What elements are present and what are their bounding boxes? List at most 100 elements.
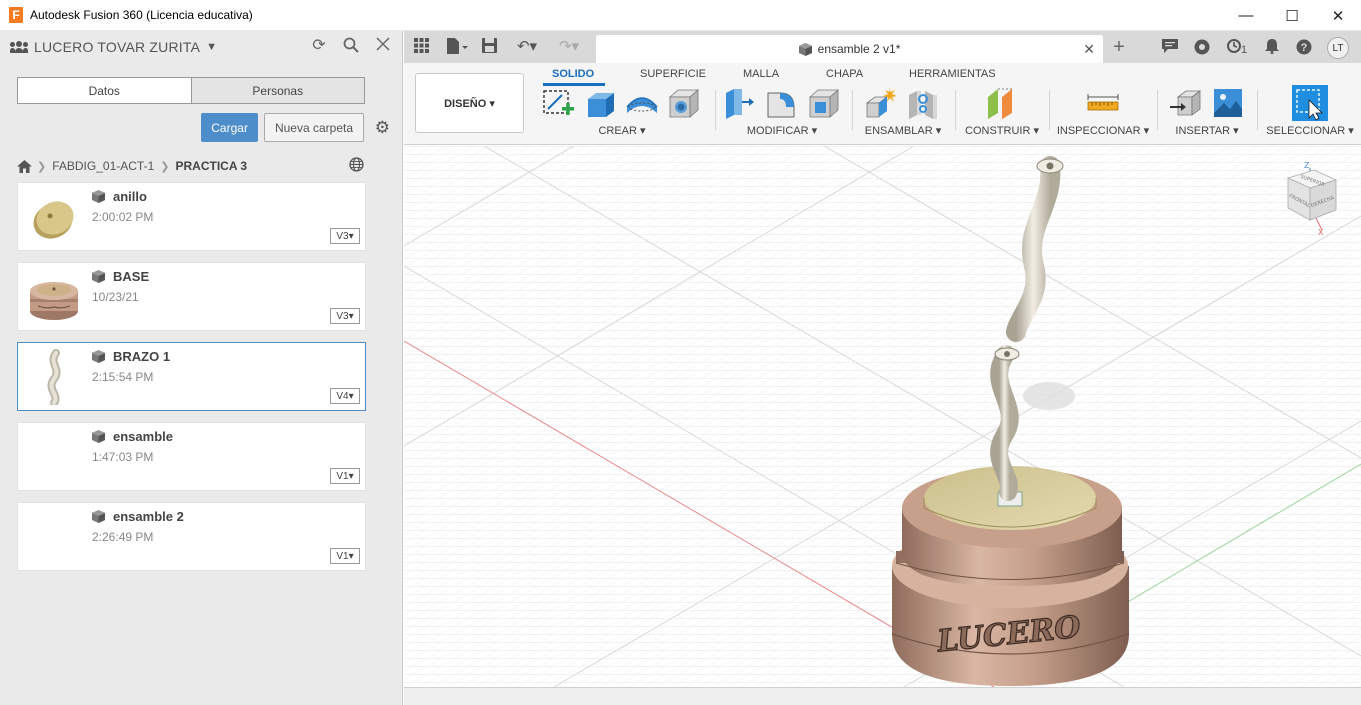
upload-button[interactable]: Cargar [201, 113, 258, 142]
component-icon [92, 430, 105, 443]
file-item-anillo[interactable]: anillo 2:00:02 PM V3 ▾ [17, 182, 366, 251]
file-name: ensamble [113, 429, 173, 444]
file-menu-icon[interactable] [446, 38, 468, 56]
file-date: 10/23/21 [92, 290, 139, 304]
help-icon[interactable]: ? [1295, 39, 1313, 57]
window-title: Autodesk Fusion 360 (Licencia educativa) [30, 8, 253, 22]
chevron-right-icon: ❯ [160, 160, 170, 173]
document-tab[interactable]: ensamble 2 v1* ✕ [596, 35, 1103, 63]
component-icon [798, 42, 812, 56]
version-badge[interactable]: V1 ▾ [330, 548, 360, 564]
create-menu[interactable]: CREAR ▾ [538, 124, 706, 137]
job-status-icon[interactable]: 1 [1225, 39, 1249, 57]
version-badge[interactable]: V1 ▾ [330, 468, 360, 484]
create-sketch-icon[interactable] [540, 85, 576, 121]
refresh-icon[interactable]: ⟳ [310, 37, 328, 55]
file-item-ensamble[interactable]: ensamble 1:47:03 PM V1 ▾ [17, 422, 366, 491]
file-date: 2:00:02 PM [92, 210, 154, 224]
extensions-icon[interactable] [1193, 39, 1211, 57]
joint-icon[interactable] [905, 85, 941, 121]
file-date: 2:26:49 PM [92, 530, 154, 544]
breadcrumb: ❯ FABDIG_01-ACT-1 ❯ PRACTICA 3 [17, 157, 367, 175]
gear-icon[interactable]: ⚙ [375, 118, 390, 138]
thumbnail-anillo [26, 189, 82, 245]
shell-icon[interactable] [806, 85, 842, 121]
create-group: CREAR ▾ [538, 85, 706, 139]
construct-group: CONSTRUIR ▾ [962, 85, 1042, 139]
toolbar: DISEÑO ▾ SOLIDO SUPERFICIE MALLA CHAPA H… [404, 63, 1361, 145]
fusion-app-icon: F [9, 7, 23, 23]
tab-superficie[interactable]: SUPERFICIE [640, 68, 706, 80]
svg-text:Z: Z [1304, 161, 1310, 170]
file-name: BASE [113, 269, 150, 284]
construct-menu[interactable]: CONSTRUIR ▾ [962, 124, 1042, 137]
globe-icon[interactable] [349, 157, 364, 175]
tab-solido[interactable]: SOLIDO [552, 68, 594, 80]
revolve-icon[interactable] [624, 85, 660, 121]
version-badge[interactable]: V4 ▾ [330, 388, 360, 404]
file-item-base[interactable]: BASE 10/23/21 V3 ▾ [17, 262, 366, 331]
redo-icon[interactable]: ↷▾ [556, 38, 582, 56]
breadcrumb-project[interactable]: FABDIG_01-ACT-1 [52, 159, 154, 173]
fillet-icon[interactable] [764, 85, 800, 121]
grid-menu-icon[interactable] [412, 38, 430, 56]
people-icon [10, 41, 28, 53]
close-panel-icon[interactable] [374, 37, 392, 55]
tab-personas[interactable]: Personas [190, 78, 364, 103]
insert-canvas-icon[interactable] [1210, 85, 1246, 121]
new-folder-button[interactable]: Nueva carpeta [263, 113, 364, 142]
insert-menu[interactable]: INSERTAR ▾ [1164, 124, 1250, 137]
extrude-icon[interactable] [582, 85, 618, 121]
undo-icon[interactable]: ↶▾ [514, 38, 540, 56]
modify-group: MODIFICAR ▾ [722, 85, 842, 139]
version-badge[interactable]: V3 ▾ [330, 308, 360, 324]
save-icon[interactable] [480, 38, 498, 56]
close-button[interactable]: ✕ [1315, 0, 1361, 31]
inspect-menu[interactable]: INSPECCIONAR ▾ [1056, 124, 1150, 137]
select-icon[interactable] [1292, 85, 1328, 121]
file-item-brazo-1[interactable]: BRAZO 1 2:15:54 PM V4 ▾ [17, 342, 366, 411]
window-controls: — ☐ ✕ [1223, 0, 1361, 31]
component-icon [92, 190, 105, 203]
data-panel-tabs: Datos Personas [17, 77, 365, 104]
maximize-button[interactable]: ☐ [1269, 0, 1315, 31]
ground-grid [404, 146, 1361, 687]
hole-icon[interactable] [666, 85, 702, 121]
thumbnail-base [26, 269, 82, 325]
new-tab-icon[interactable]: + [1108, 37, 1130, 59]
insert-derive-icon[interactable] [1168, 85, 1204, 121]
file-list: anillo 2:00:02 PM V3 ▾ BASE 10/23/21 V3 … [17, 182, 367, 582]
avatar[interactable]: LT [1327, 37, 1349, 59]
press-pull-icon[interactable] [722, 85, 758, 121]
chat-icon[interactable] [1161, 39, 1179, 57]
workspace-switcher[interactable]: DISEÑO ▾ [415, 73, 524, 133]
tab-malla[interactable]: MALLA [743, 68, 779, 80]
tab-datos[interactable]: Datos [18, 78, 191, 103]
search-icon[interactable] [342, 37, 360, 55]
tab-chapa[interactable]: CHAPA [826, 68, 863, 80]
svg-text:?: ? [1301, 42, 1308, 54]
file-name: ensamble 2 [113, 509, 184, 524]
app-bar: ↶▾ ↷▾ ensamble 2 v1* ✕ + 1 ? LT [404, 31, 1361, 63]
tab-herramientas[interactable]: HERRAMIENTAS [909, 68, 996, 80]
thumbnail-ensamble [26, 429, 82, 485]
chevron-right-icon: ❯ [37, 160, 47, 173]
close-tab-icon[interactable]: ✕ [1083, 41, 1095, 58]
thumbnail-brazo-1 [26, 349, 82, 407]
home-icon[interactable] [17, 159, 32, 173]
version-badge[interactable]: V3 ▾ [330, 228, 360, 244]
assemble-menu[interactable]: ENSAMBLAR ▾ [859, 124, 947, 137]
chevron-down-icon[interactable]: ▼ [206, 41, 217, 53]
offset-plane-icon[interactable] [984, 85, 1020, 121]
thumbnail-ensamble-2 [26, 509, 82, 565]
new-component-icon[interactable] [863, 85, 899, 121]
select-menu[interactable]: SELECCIONAR ▾ [1264, 124, 1356, 137]
modify-menu[interactable]: MODIFICAR ▾ [722, 124, 842, 137]
notification-bell-icon[interactable] [1263, 39, 1281, 57]
team-name[interactable]: LUCERO TOVAR ZURITA [34, 39, 200, 55]
measure-icon[interactable] [1085, 85, 1121, 121]
3d-viewport[interactable]: LUCERO SUPERIOR FRONTAL DERECHA Z X [404, 146, 1361, 687]
document-title: ensamble 2 v1* [817, 42, 901, 56]
minimize-button[interactable]: — [1223, 0, 1269, 31]
file-item-ensamble-2[interactable]: ensamble 2 2:26:49 PM V1 ▾ [17, 502, 366, 571]
